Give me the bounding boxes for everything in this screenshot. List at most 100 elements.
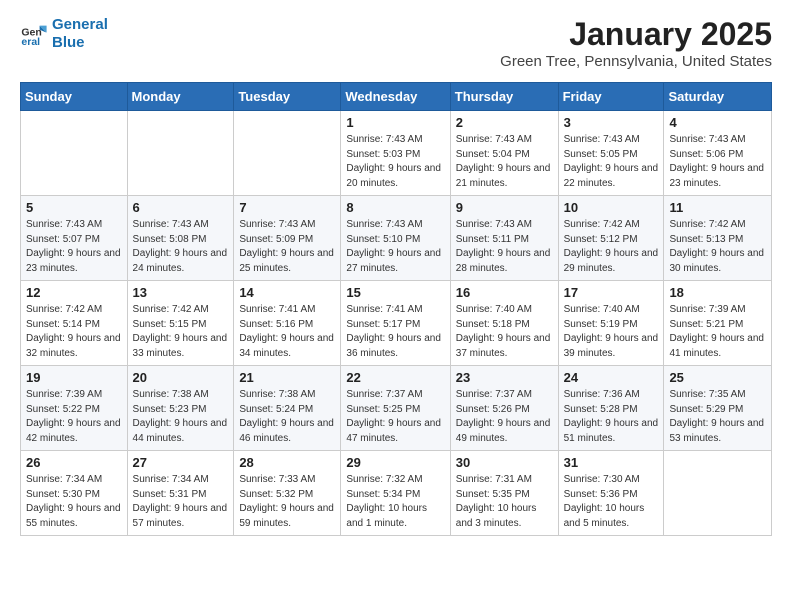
weekday-header: Thursday [450,83,558,111]
day-number: 6 [133,200,229,215]
calendar-week-row: 5 Sunrise: 7:43 AMSunset: 5:07 PMDaylight… [21,196,772,281]
day-number: 25 [669,370,766,385]
calendar-cell: 30 Sunrise: 7:31 AMSunset: 5:35 PMDayligh… [450,451,558,536]
day-number: 2 [456,115,553,130]
calendar-cell: 12Sunrise: 7:42 AMSunset: 5:14 PMDayligh… [21,281,128,366]
calendar-week-row: 1 Sunrise: 7:43 AMSunset: 5:03 PMDaylight… [21,111,772,196]
day-info: Sunrise: 7:41 AMSunset: 5:16 PMDaylight:… [239,303,335,361]
day-number: 21 [239,370,335,385]
day-number: 13 [133,285,229,300]
calendar-cell: 7Sunrise: 7:43 AMSunset: 5:09 PMDaylight… [234,196,341,281]
day-number: 7 [239,200,335,215]
day-info: Sunrise: 7:42 AMSunset: 5:12 PMDaylight:… [564,218,659,276]
day-info: Sunrise: 7:34 AMSunset: 5:31 PMDaylight:… [133,473,229,531]
day-info: Sunrise: 7:42 AMSunset: 5:13 PMDaylight:… [669,218,766,276]
weekday-header: Sunday [21,83,128,111]
calendar-cell: 29 Sunrise: 7:32 AMSunset: 5:34 PMDayligh… [341,451,450,536]
month-title: January 2025 [500,16,772,53]
page-header: Gen eral General Blue January 2025 Green… [20,16,772,70]
day-info: Sunrise: 7:38 AMSunset: 5:23 PMDaylight:… [133,388,229,446]
day-number: 16 [456,285,553,300]
calendar-cell: 17Sunrise: 7:40 AMSunset: 5:19 PMDayligh… [558,281,664,366]
day-info: Sunrise: 7:36 AMSunset: 5:28 PMDaylight:… [564,388,659,446]
location: Green Tree, Pennsylvania, United States [500,53,772,70]
day-info: Sunrise: 7:43 AMSunset: 5:03 PMDaylight:… [346,133,444,191]
calendar-cell [234,111,341,196]
weekday-header: Saturday [664,83,772,111]
calendar-cell: 21 Sunrise: 7:38 AMSunset: 5:24 PMDayligh… [234,366,341,451]
day-number: 10 [564,200,659,215]
calendar-cell: 25 Sunrise: 7:35 AMSunset: 5:29 PMDayligh… [664,366,772,451]
calendar-week-row: 12Sunrise: 7:42 AMSunset: 5:14 PMDayligh… [21,281,772,366]
day-number: 9 [456,200,553,215]
day-info: Sunrise: 7:43 AMSunset: 5:06 PMDaylight:… [669,133,766,191]
day-info: Sunrise: 7:33 AMSunset: 5:32 PMDaylight:… [239,473,335,531]
calendar-cell: 4Sunrise: 7:43 AMSunset: 5:06 PMDaylight… [664,111,772,196]
day-number: 19 [26,370,122,385]
calendar-week-row: 19Sunrise: 7:39 AMSunset: 5:22 PMDayligh… [21,366,772,451]
weekday-header: Wednesday [341,83,450,111]
calendar-cell: 19Sunrise: 7:39 AMSunset: 5:22 PMDayligh… [21,366,128,451]
weekday-header: Friday [558,83,664,111]
day-info: Sunrise: 7:42 AMSunset: 5:15 PMDaylight:… [133,303,229,361]
calendar-cell: 8Sunrise: 7:43 AMSunset: 5:10 PMDaylight… [341,196,450,281]
calendar-cell: 16 Sunrise: 7:40 AMSunset: 5:18 PMDayligh… [450,281,558,366]
day-info: Sunrise: 7:39 AMSunset: 5:21 PMDaylight:… [669,303,766,361]
calendar: SundayMondayTuesdayWednesdayThursdayFrid… [20,82,772,536]
logo-text: General Blue [52,16,108,52]
calendar-cell: 23Sunrise: 7:37 AMSunset: 5:26 PMDayligh… [450,366,558,451]
day-info: Sunrise: 7:35 AMSunset: 5:29 PMDaylight:… [669,388,766,446]
calendar-cell [21,111,128,196]
day-number: 1 [346,115,444,130]
calendar-cell: 22 Sunrise: 7:37 AMSunset: 5:25 PMDayligh… [341,366,450,451]
day-info: Sunrise: 7:37 AMSunset: 5:26 PMDaylight:… [456,388,553,446]
calendar-cell: 5 Sunrise: 7:43 AMSunset: 5:07 PMDaylight… [21,196,128,281]
day-number: 15 [346,285,444,300]
calendar-cell: 27 Sunrise: 7:34 AMSunset: 5:31 PMDayligh… [127,451,234,536]
day-info: Sunrise: 7:38 AMSunset: 5:24 PMDaylight:… [239,388,335,446]
weekday-header: Monday [127,83,234,111]
day-number: 29 [346,455,444,470]
calendar-cell [664,451,772,536]
day-number: 14 [239,285,335,300]
day-info: Sunrise: 7:43 AMSunset: 5:10 PMDaylight:… [346,218,444,276]
day-info: Sunrise: 7:41 AMSunset: 5:17 PMDaylight:… [346,303,444,361]
day-number: 31 [564,455,659,470]
day-number: 5 [26,200,122,215]
day-info: Sunrise: 7:43 AMSunset: 5:04 PMDaylight:… [456,133,553,191]
day-info: Sunrise: 7:32 AMSunset: 5:34 PMDaylight:… [346,473,444,531]
svg-text:eral: eral [21,36,40,48]
weekday-header: Tuesday [234,83,341,111]
day-number: 24 [564,370,659,385]
calendar-cell: 3Sunrise: 7:43 AMSunset: 5:05 PMDaylight… [558,111,664,196]
calendar-cell: 10 Sunrise: 7:42 AMSunset: 5:12 PMDayligh… [558,196,664,281]
day-info: Sunrise: 7:31 AMSunset: 5:35 PMDaylight:… [456,473,553,531]
logo-icon: Gen eral [20,20,48,48]
day-info: Sunrise: 7:30 AMSunset: 5:36 PMDaylight:… [564,473,659,531]
calendar-cell: 28 Sunrise: 7:33 AMSunset: 5:32 PMDayligh… [234,451,341,536]
day-info: Sunrise: 7:43 AMSunset: 5:07 PMDaylight:… [26,218,122,276]
day-info: Sunrise: 7:40 AMSunset: 5:18 PMDaylight:… [456,303,553,361]
day-number: 17 [564,285,659,300]
day-info: Sunrise: 7:43 AMSunset: 5:11 PMDaylight:… [456,218,553,276]
calendar-cell: 26Sunrise: 7:34 AMSunset: 5:30 PMDayligh… [21,451,128,536]
day-number: 18 [669,285,766,300]
day-info: Sunrise: 7:34 AMSunset: 5:30 PMDaylight:… [26,473,122,531]
calendar-cell: 14 Sunrise: 7:41 AMSunset: 5:16 PMDayligh… [234,281,341,366]
calendar-cell: 9 Sunrise: 7:43 AMSunset: 5:11 PMDaylight… [450,196,558,281]
calendar-cell: 15 Sunrise: 7:41 AMSunset: 5:17 PMDayligh… [341,281,450,366]
calendar-cell: 1 Sunrise: 7:43 AMSunset: 5:03 PMDaylight… [341,111,450,196]
day-number: 22 [346,370,444,385]
calendar-cell: 11 Sunrise: 7:42 AMSunset: 5:13 PMDayligh… [664,196,772,281]
calendar-cell: 6Sunrise: 7:43 AMSunset: 5:08 PMDaylight… [127,196,234,281]
day-number: 27 [133,455,229,470]
day-info: Sunrise: 7:37 AMSunset: 5:25 PMDaylight:… [346,388,444,446]
calendar-cell: 24 Sunrise: 7:36 AMSunset: 5:28 PMDayligh… [558,366,664,451]
title-block: January 2025 Green Tree, Pennsylvania, U… [500,16,772,70]
weekday-header-row: SundayMondayTuesdayWednesdayThursdayFrid… [21,83,772,111]
day-number: 20 [133,370,229,385]
calendar-cell: 31 Sunrise: 7:30 AMSunset: 5:36 PMDayligh… [558,451,664,536]
day-number: 30 [456,455,553,470]
day-number: 28 [239,455,335,470]
day-number: 11 [669,200,766,215]
